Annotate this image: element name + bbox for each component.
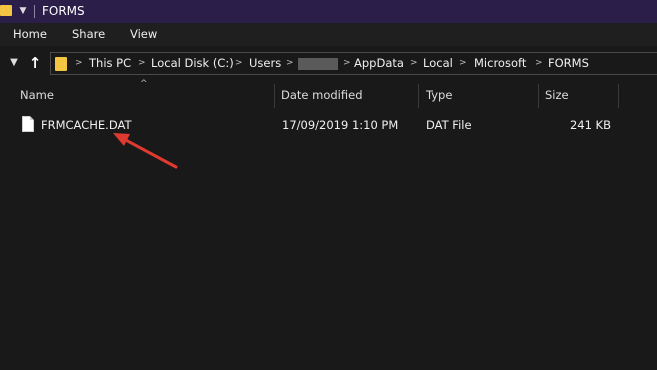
column-divider[interactable] [274, 84, 275, 108]
list-item[interactable]: FRMCACHE.DAT 17/09/2019 1:10 PM DAT File… [0, 114, 657, 136]
file-icon [22, 116, 34, 132]
breadcrumb-forms[interactable]: FORMS [548, 53, 589, 74]
chevron-right-icon[interactable]: > [343, 53, 351, 74]
column-date-modified[interactable]: Date modified [281, 82, 363, 108]
redacted-username [298, 58, 338, 70]
title-bar: ▼ FORMS [0, 0, 657, 23]
column-name[interactable]: Name [20, 82, 54, 108]
tab-view[interactable]: View [130, 23, 157, 46]
file-date-modified: 17/09/2019 1:10 PM [282, 118, 399, 132]
chevron-right-icon[interactable]: > [75, 53, 83, 74]
titlebar-divider [34, 5, 35, 18]
up-arrow-icon[interactable]: ↑ [26, 53, 44, 73]
chevron-down-icon[interactable]: ▼ [7, 56, 21, 70]
navigation-row: ▼ ↑ > This PC > Local Disk (C:) > Users … [0, 46, 657, 82]
column-type[interactable]: Type [426, 82, 452, 108]
column-divider[interactable] [618, 84, 619, 108]
chevron-right-icon[interactable]: > [535, 53, 543, 74]
file-name[interactable]: FRMCACHE.DAT [41, 114, 131, 136]
breadcrumb-local[interactable]: Local [423, 53, 453, 74]
tab-home[interactable]: Home [13, 23, 47, 46]
chevron-right-icon[interactable]: > [235, 53, 243, 74]
breadcrumb-microsoft[interactable]: Microsoft [474, 53, 526, 74]
breadcrumb-users[interactable]: Users [249, 53, 281, 74]
column-header: ^ Name Date modified Type Size [0, 79, 657, 108]
column-divider[interactable] [538, 84, 539, 108]
address-bar[interactable]: > This PC > Local Disk (C:) > Users > > … [50, 52, 657, 75]
breadcrumb-appdata[interactable]: AppData [354, 53, 404, 74]
breadcrumb-this-pc[interactable]: This PC [89, 53, 131, 74]
file-size: 241 KB [569, 118, 611, 132]
file-list: FRMCACHE.DAT 17/09/2019 1:10 PM DAT File… [0, 108, 657, 370]
window-title: FORMS [42, 4, 85, 18]
folder-icon [55, 57, 67, 71]
chevron-right-icon[interactable]: > [410, 53, 418, 74]
chevron-right-icon[interactable]: > [459, 53, 467, 74]
column-size[interactable]: Size [545, 82, 569, 108]
tab-share[interactable]: Share [72, 23, 105, 46]
chevron-right-icon[interactable]: > [286, 53, 294, 74]
ribbon: Home Share View [0, 23, 657, 46]
folder-icon [0, 5, 12, 16]
chevron-right-icon[interactable]: > [138, 53, 146, 74]
breadcrumb-local-disk[interactable]: Local Disk (C:) [151, 53, 234, 74]
file-type: DAT File [426, 118, 472, 132]
column-divider[interactable] [418, 84, 419, 108]
quick-access-dropdown-icon[interactable]: ▼ [17, 2, 29, 20]
sort-up-icon: ^ [140, 79, 148, 89]
